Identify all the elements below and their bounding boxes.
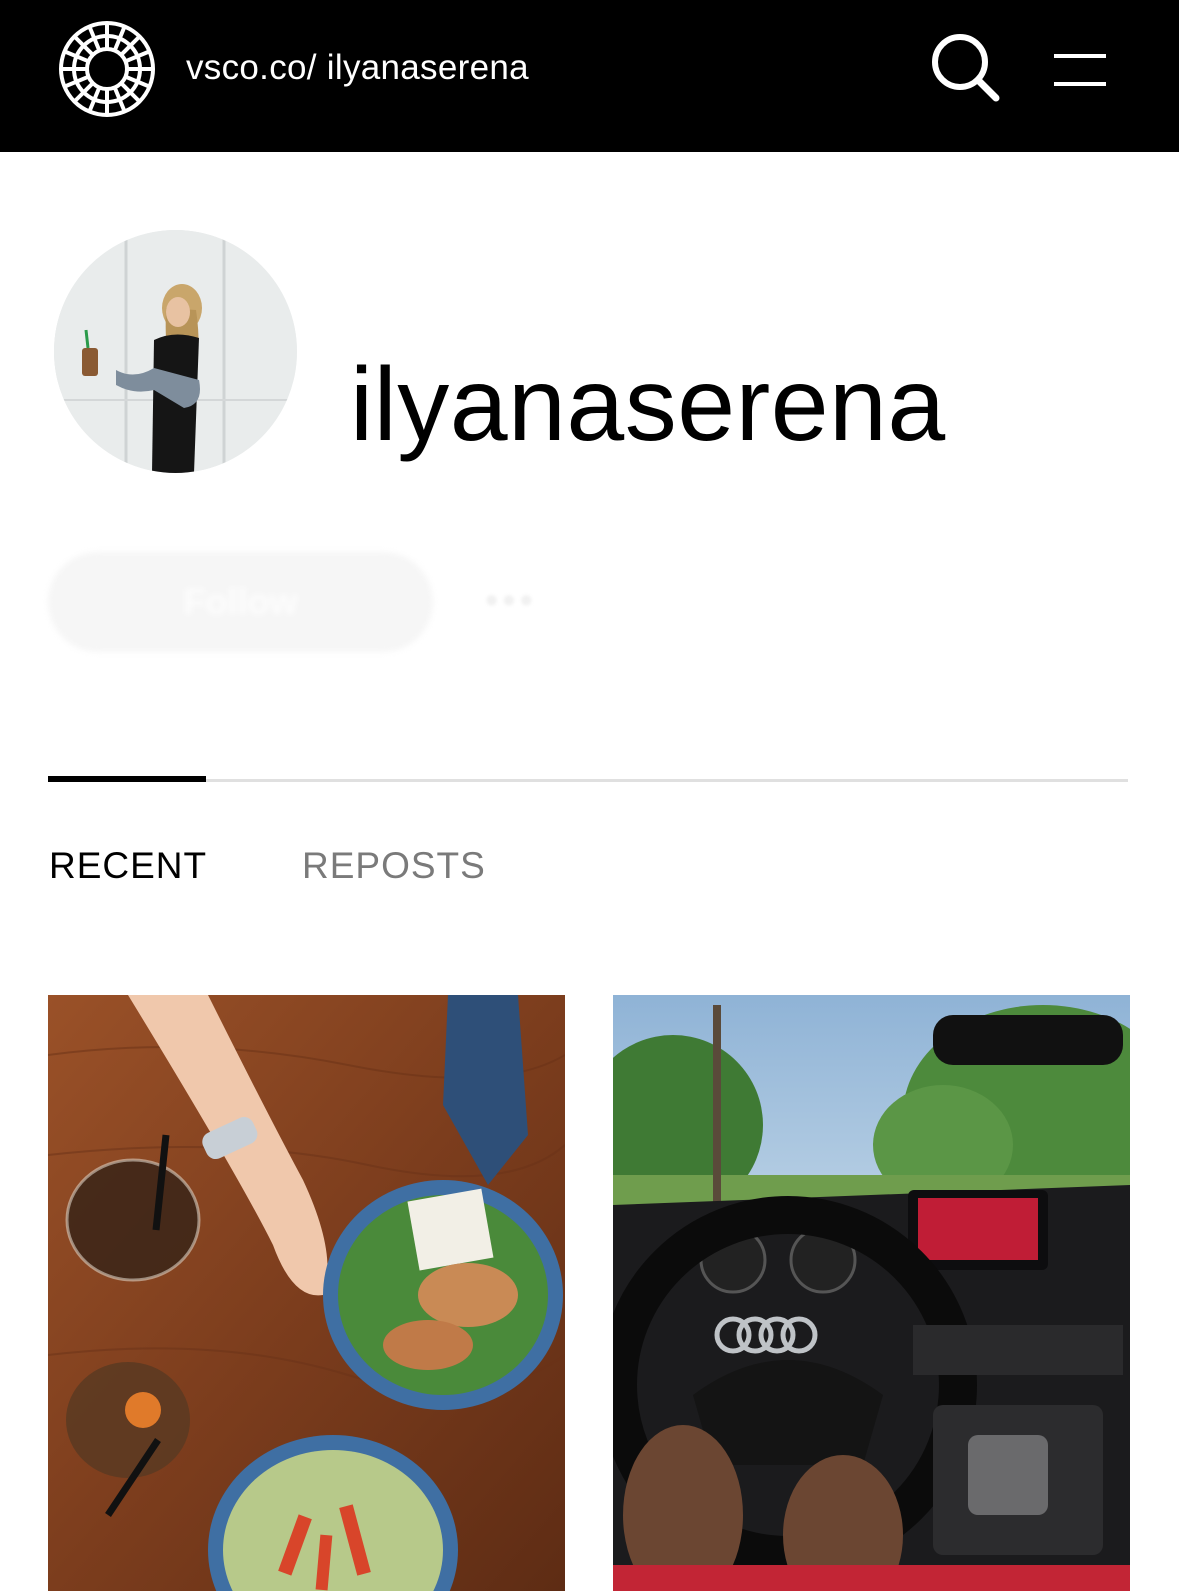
hamburger-menu-icon[interactable] <box>1050 50 1110 90</box>
follow-button[interactable]: Follow <box>48 552 433 652</box>
search-icon[interactable] <box>930 32 1002 104</box>
tab-divider <box>48 779 1128 782</box>
avatar <box>54 230 297 473</box>
car-interior-photo[interactable] <box>613 995 1130 1591</box>
active-tab-indicator <box>48 776 206 782</box>
profile-username: ilyanaserena <box>350 346 946 463</box>
tab-reposts[interactable]: REPOSTS <box>302 845 486 887</box>
top-bar: vsco.co/ ilyanaserena <box>0 0 1179 152</box>
food-photo[interactable] <box>48 995 565 1591</box>
tab-recent[interactable]: RECENT <box>49 845 207 887</box>
site-url[interactable]: vsco.co/ ilyanaserena <box>186 48 529 88</box>
vsco-logo-icon[interactable] <box>58 20 156 118</box>
more-options-button[interactable]: ••• <box>485 580 555 622</box>
